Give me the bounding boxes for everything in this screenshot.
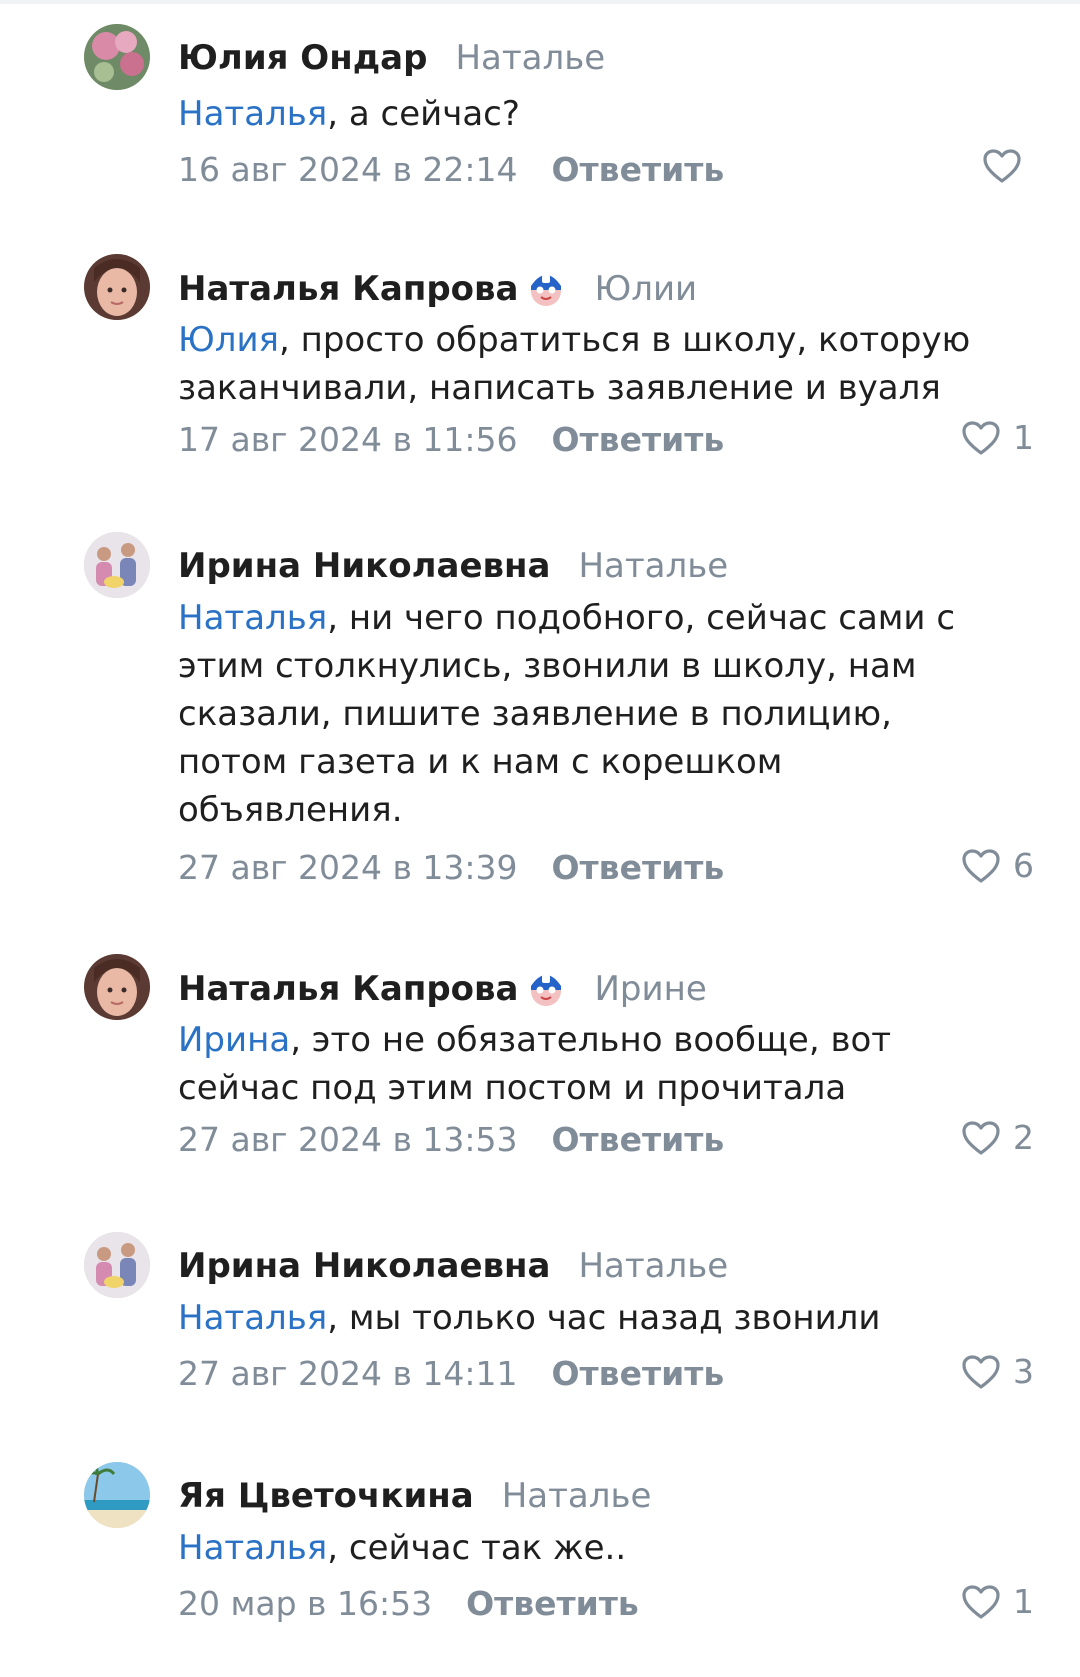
comment-date: 16 авг 2024 в 22:14	[178, 150, 518, 189]
avatar[interactable]	[84, 1462, 150, 1528]
mention-link[interactable]: Ирина	[178, 1020, 290, 1060]
comment-body: , сейчас так же..	[327, 1528, 627, 1568]
comment-date: 20 мар в 16:53	[178, 1584, 433, 1623]
comment-date: 27 авг 2024 в 13:39	[178, 848, 518, 887]
author-name[interactable]: Юлия Ондар	[178, 38, 427, 78]
author-name[interactable]: Ирина Николаевна	[178, 546, 550, 586]
reply-button[interactable]: Ответить	[466, 1584, 639, 1623]
comment-text: Наталья, а сейчас?	[178, 90, 1048, 138]
mention-link[interactable]: Наталья	[178, 1298, 327, 1338]
avatar[interactable]	[84, 254, 150, 320]
like-count: 3	[1013, 1352, 1034, 1391]
heart-icon	[962, 420, 1000, 455]
heart-icon	[962, 848, 1000, 883]
avatar[interactable]	[84, 24, 150, 90]
heart-icon	[962, 1120, 1000, 1155]
mention-link[interactable]: Наталья	[178, 598, 327, 638]
like-button[interactable]: 1	[961, 1582, 1034, 1621]
like-button[interactable]: 6	[961, 846, 1034, 885]
comment-body: , а сейчас?	[327, 94, 520, 134]
like-count: 2	[1013, 1118, 1034, 1157]
reply-to-name[interactable]: Наталье	[502, 1476, 652, 1516]
author-name[interactable]: Наталья Капрова	[178, 969, 519, 1009]
avatar[interactable]	[84, 954, 150, 1020]
like-count: 6	[1013, 846, 1034, 885]
heart-icon	[962, 1584, 1000, 1619]
reply-button[interactable]: Ответить	[552, 420, 725, 459]
comment-date: 17 авг 2024 в 11:56	[178, 420, 518, 459]
reply-button[interactable]: Ответить	[552, 1354, 725, 1393]
top-edge	[0, 0, 1080, 4]
reply-button[interactable]: Ответить	[552, 848, 725, 887]
reply-to-name[interactable]: Наталье	[578, 1246, 728, 1286]
comment-text: Юлия, просто обратиться в школу, которую…	[178, 316, 1048, 412]
reply-to-name[interactable]: Наталье	[578, 546, 728, 586]
comment-text: Ирина, это не обязательно вообще, вот се…	[178, 1016, 958, 1112]
comment-body: , просто обратиться в школу, которую зак…	[178, 320, 971, 408]
avatar[interactable]	[84, 532, 150, 598]
heart-icon	[962, 1354, 1000, 1389]
mask-badge-icon	[525, 966, 567, 1008]
comment-text: Наталья, ни чего подобного, сейчас сами …	[178, 594, 1008, 834]
mention-link[interactable]: Юлия	[178, 320, 279, 360]
reply-to-name[interactable]: Ирине	[595, 969, 707, 1009]
avatar[interactable]	[84, 1232, 150, 1298]
mask-badge-icon	[525, 266, 567, 308]
author-name[interactable]: Яя Цветочкина	[178, 1476, 474, 1516]
reply-button[interactable]: Ответить	[552, 1120, 725, 1159]
reply-to-name[interactable]: Наталье	[455, 38, 605, 78]
reply-button[interactable]: Ответить	[552, 150, 725, 189]
author-name[interactable]: Ирина Николаевна	[178, 1246, 550, 1286]
like-button[interactable]	[982, 148, 1034, 184]
like-count: 1	[1013, 418, 1034, 457]
heart-icon	[983, 149, 1021, 183]
comment-body: , мы только час назад звонили	[327, 1298, 881, 1338]
comment-text: Наталья, мы только час назад звонили	[178, 1294, 1048, 1342]
like-count: 1	[1013, 1582, 1034, 1621]
mention-link[interactable]: Наталья	[178, 94, 327, 134]
comment-date: 27 авг 2024 в 14:11	[178, 1354, 518, 1393]
like-button[interactable]: 3	[961, 1352, 1034, 1391]
like-button[interactable]: 2	[961, 1118, 1034, 1157]
reply-to-name[interactable]: Юлии	[595, 269, 698, 309]
like-button[interactable]: 1	[961, 418, 1034, 457]
comment-date: 27 авг 2024 в 13:53	[178, 1120, 518, 1159]
mention-link[interactable]: Наталья	[178, 1528, 327, 1568]
author-name[interactable]: Наталья Капрова	[178, 269, 519, 309]
comment-text: Наталья, сейчас так же..	[178, 1524, 1048, 1572]
